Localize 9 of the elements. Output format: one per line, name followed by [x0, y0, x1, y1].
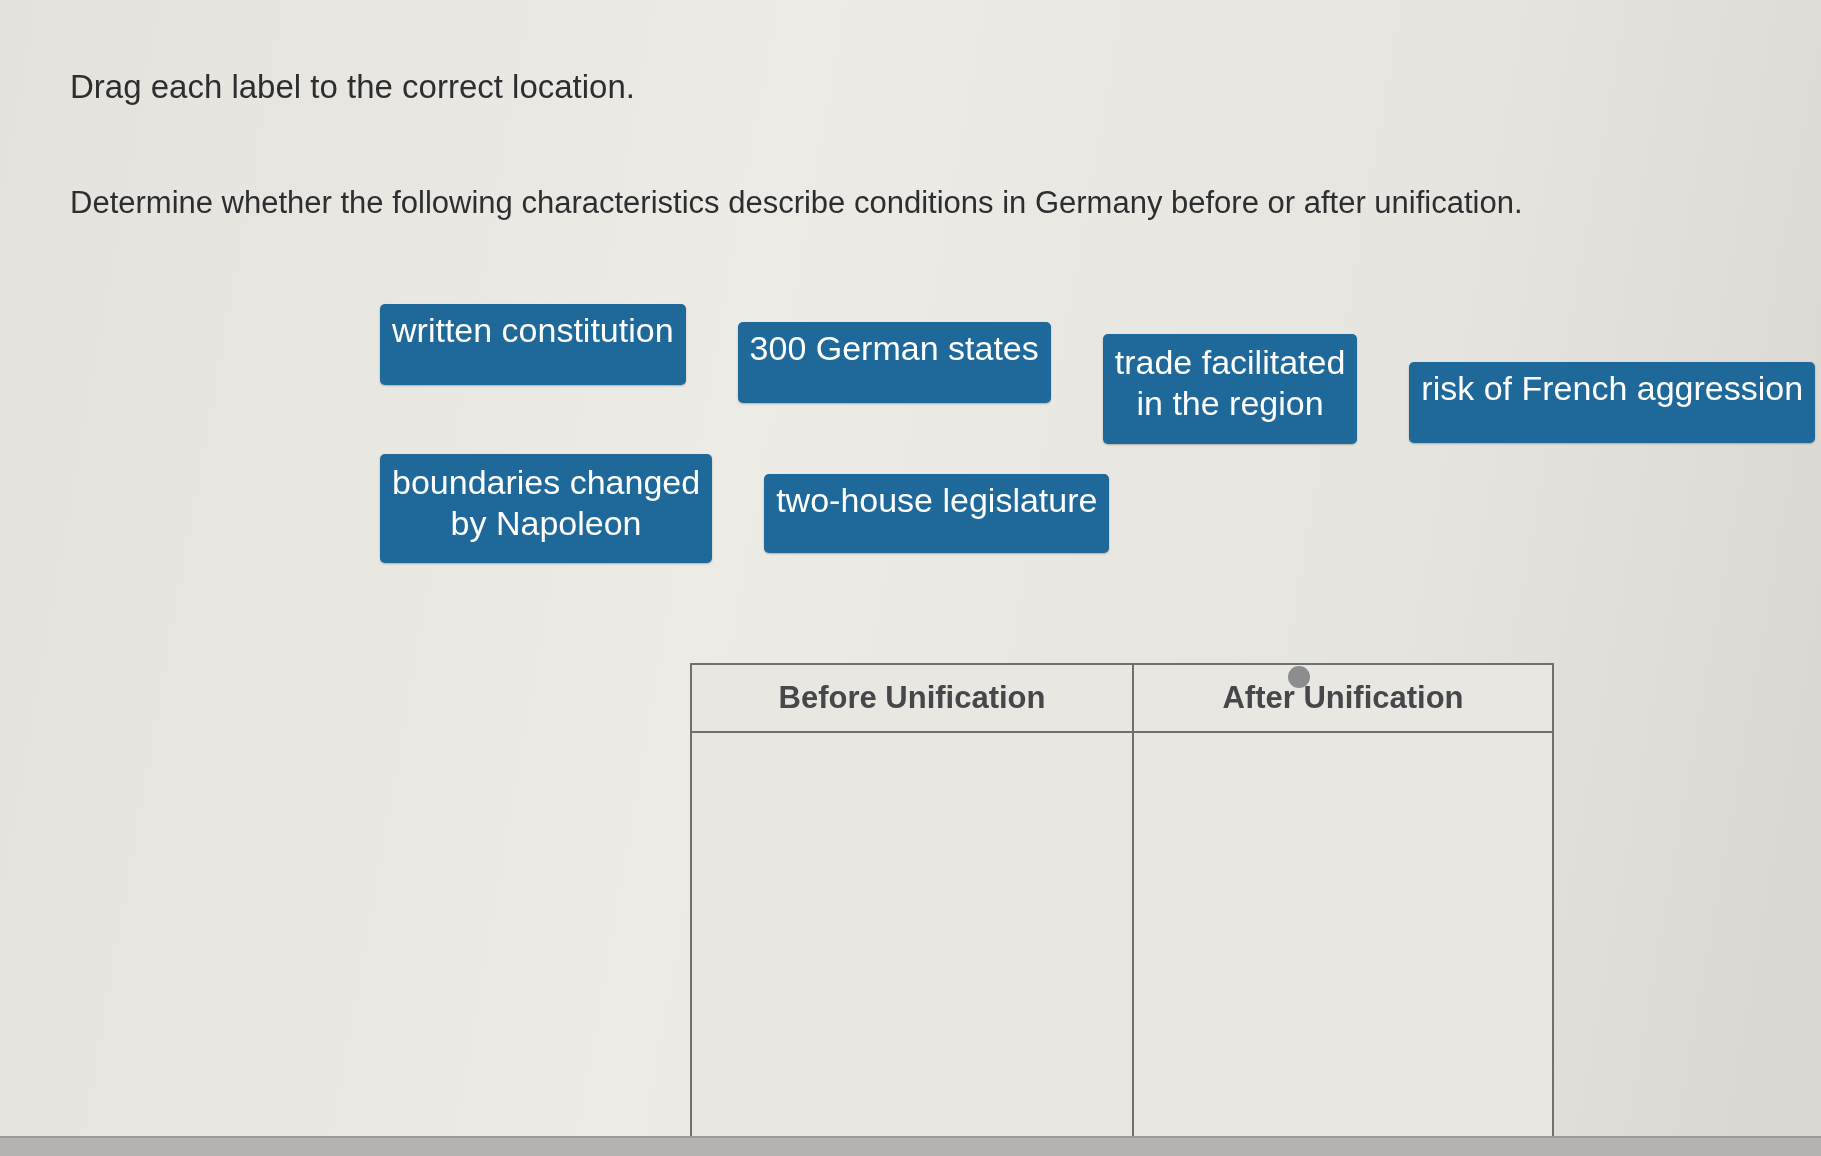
drag-label[interactable]: two-house legislature [764, 473, 1110, 553]
drag-label[interactable]: trade facilitated in the region [1102, 334, 1358, 444]
drag-label[interactable]: 300 German states [737, 322, 1051, 403]
drag-label[interactable]: risk of French aggression [1409, 362, 1816, 443]
column-header: Before Unification [777, 679, 1047, 718]
instruction-text: Determine whether the following characteristics describe conditions in Germany before or after unification. [70, 183, 1523, 222]
drag-label[interactable]: boundaries changed by Napoleon [380, 453, 713, 564]
drag-label[interactable]: written constitution [380, 304, 686, 385]
instruction-text: Drag each label to the correct location. [70, 67, 635, 107]
